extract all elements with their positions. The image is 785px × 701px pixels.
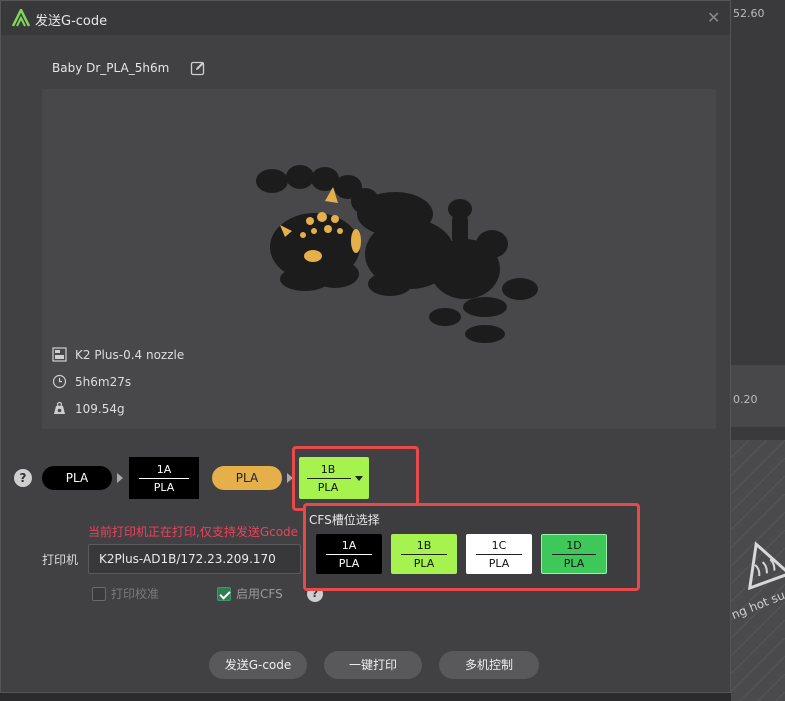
send-gcode-dialog: 发送G-code ✕ Baby Dr_PLA_5h6m K2 Plus-0.4 … xyxy=(0,0,731,693)
printer-busy-warning: 当前打印机正在打印,仅支持发送Gcode xyxy=(88,525,299,539)
background-value-mid: 0.20 xyxy=(733,393,758,406)
help-icon[interactable]: ? xyxy=(14,469,32,487)
cfs-checkbox-row[interactable]: 启用CFS xyxy=(217,585,283,602)
cfs-enable-label: 启用CFS xyxy=(236,587,283,601)
printer-icon xyxy=(52,347,67,362)
dialog-title: 发送G-code xyxy=(35,14,108,29)
print-time-text: 5h6m27s xyxy=(75,374,132,389)
time-info-row: 5h6m27s xyxy=(52,374,131,389)
printer-nozzle-text: K2 Plus-0.4 nozzle xyxy=(75,347,185,362)
source-material-1: PLA xyxy=(42,466,112,490)
model-preview: K2 Plus-0.4 nozzle 5h6m27s 109.54g xyxy=(42,89,716,429)
cfs-slot-material: PLA xyxy=(338,557,360,570)
highlight-box-slot xyxy=(292,446,419,511)
cfs-slot-1b[interactable]: 1B PLA xyxy=(391,534,457,574)
calibrate-label: 打印校准 xyxy=(111,587,160,601)
filament-weight-icon xyxy=(54,401,65,414)
cfs-slot-material: PLA xyxy=(488,557,510,570)
cfs-slot-material: PLA xyxy=(413,557,435,570)
close-button[interactable]: ✕ xyxy=(707,8,720,27)
weight-text: 109.54g xyxy=(75,401,125,416)
background-value-top: 52.60 xyxy=(733,7,765,20)
dialog-titlebar[interactable]: 发送G-code ✕ xyxy=(1,1,730,35)
weight-info-row: 109.54g xyxy=(52,401,125,416)
cfs-slot-id: 1C xyxy=(491,539,507,552)
cfs-slot-material: PLA xyxy=(563,557,585,570)
cfs-slot-1a[interactable]: 1A PLA xyxy=(316,534,382,574)
one-click-print-button[interactable]: 一键打印 xyxy=(324,651,422,679)
printer-select[interactable]: K2Plus-AD1B/172.23.209.170 xyxy=(88,544,301,574)
clock-icon xyxy=(52,374,67,389)
printer-label: 打印机 xyxy=(42,553,79,567)
send-gcode-button[interactable]: 发送G-code xyxy=(209,651,307,679)
app-logo-icon xyxy=(11,9,31,27)
target-slot-1-material: PLA xyxy=(153,481,175,494)
multi-machine-control-button[interactable]: 多机控制 xyxy=(439,651,539,679)
printer-info-row: K2 Plus-0.4 nozzle xyxy=(52,347,184,362)
cfs-checkbox[interactable] xyxy=(217,586,231,601)
cfs-slot-1c[interactable]: 1C PLA xyxy=(466,534,532,574)
calibrate-checkbox[interactable] xyxy=(92,586,106,601)
target-slot-1-id: 1A xyxy=(156,463,172,476)
edit-icon[interactable] xyxy=(190,60,206,76)
cfs-slot-id: 1D xyxy=(566,539,582,552)
model-thumbnail xyxy=(256,165,538,343)
cfs-popup-title: CFS槽位选择 xyxy=(309,513,380,527)
cfs-slot-id: 1B xyxy=(416,539,432,552)
calibrate-checkbox-row[interactable]: 打印校准 xyxy=(92,585,159,602)
cfs-slot-id: 1A xyxy=(341,539,357,552)
file-name: Baby Dr_PLA_5h6m xyxy=(52,61,170,75)
source-material-2: PLA xyxy=(212,466,282,490)
target-slot-1[interactable]: 1A PLA xyxy=(129,457,199,499)
arrow-right-icon xyxy=(117,473,123,483)
cfs-slot-1d[interactable]: 1D PLA xyxy=(541,534,607,574)
